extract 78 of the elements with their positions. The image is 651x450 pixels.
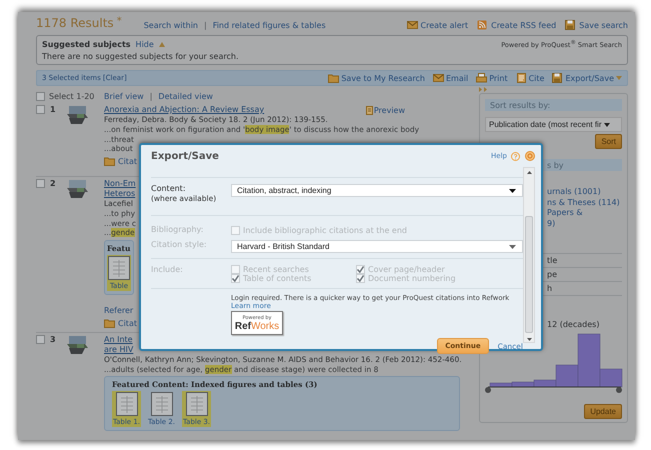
document-icon — [516, 73, 527, 83]
journal-stack-icon — [65, 105, 89, 125]
empty-message: There are no suggested subjects for your search. — [42, 52, 240, 62]
sort-dropdown[interactable]: Publication date (most recent fir — [485, 117, 622, 132]
date-range-label: 12 (decades) — [547, 320, 600, 330]
header-action-link[interactable]: Save search — [579, 20, 628, 30]
field-label: Content: — [151, 184, 187, 194]
link-separator: | — [204, 21, 207, 30]
field-label: Include: — [151, 265, 184, 275]
view-separator: | — [150, 92, 152, 100]
envelope-icon — [432, 73, 444, 83]
references-link[interactable]: Referer — [104, 304, 134, 316]
double-arrow-icon — [479, 87, 488, 92]
preview-link[interactable]: Preview — [374, 106, 405, 114]
results-mark: * — [116, 16, 122, 27]
checkbox-label: Include bibliographic citations at the end — [243, 226, 407, 234]
filter-link[interactable]: Papers & — [547, 208, 583, 218]
update-button[interactable]: Update — [584, 404, 622, 419]
caret-icon — [158, 42, 165, 48]
result-title-link[interactable]: An Inte — [104, 334, 133, 344]
caret-icon — [509, 188, 516, 192]
scroll-down-icon — [526, 338, 532, 341]
dialog-title: Export/Save — [151, 150, 219, 162]
checkbox-label: Recent searches — [243, 265, 309, 274]
view-link[interactable]: Brief view — [104, 92, 144, 100]
checkbox[interactable] — [36, 105, 45, 114]
filter-link[interactable]: 9) — [547, 218, 556, 229]
result-number: 2 — [50, 179, 57, 188]
folder-icon — [104, 156, 115, 166]
envelope-icon — [406, 20, 418, 30]
caret-icon — [509, 244, 516, 248]
header-action-link[interactable]: Create RSS feed — [491, 20, 556, 30]
header-link[interactable]: Search within — [144, 21, 198, 30]
checkbox[interactable] — [36, 334, 45, 344]
folder-icon — [328, 73, 340, 83]
checkbox[interactable] — [36, 92, 45, 100]
help-icon[interactable] — [511, 152, 520, 160]
checkbox[interactable] — [36, 179, 45, 188]
hide-link[interactable]: Hide — [136, 40, 154, 50]
toolbar-action[interactable]: Cite — [528, 74, 544, 82]
printer-icon — [476, 73, 488, 83]
result-number: 1 — [50, 105, 57, 114]
result-title-link[interactable]: Non-Em — [104, 179, 136, 189]
journal-stack-icon — [65, 179, 89, 199]
dropdown-field[interactable]: Citation, abstract, indexing — [231, 184, 523, 197]
checkbox-label: Cover page/header — [368, 265, 445, 274]
toolbar-action[interactable]: Export/Save — [565, 74, 614, 82]
select-all-label: Select 1-20 — [49, 92, 94, 100]
result-title-link[interactable]: Anorexia and Abjection: A Review Essay — [104, 105, 264, 115]
view-link[interactable]: Detailed view — [158, 92, 213, 100]
sort-button[interactable]: Sort — [595, 134, 622, 149]
toolbar-action[interactable]: Save to My Research — [341, 74, 425, 82]
toolbar-action[interactable]: Print — [489, 74, 508, 82]
citation-link[interactable]: Citat — [118, 156, 137, 166]
folder-icon — [104, 318, 115, 328]
result-title-link[interactable]: Heteros — [104, 189, 136, 199]
document-icon — [366, 106, 373, 114]
checkbox-label: Document numbering — [368, 274, 456, 283]
filter-link[interactable]: urnals (1001) — [547, 187, 601, 198]
panel-heading: Suggested subjects — [42, 40, 131, 50]
rss-icon — [477, 20, 488, 30]
citation-link[interactable]: Citat — [118, 318, 137, 328]
checkbox-label: Table of contents — [243, 274, 312, 283]
header-action-link[interactable]: Create alert — [420, 20, 468, 30]
field-label: Bibliography: — [151, 225, 204, 235]
results-count: 1178 Results — [36, 16, 114, 30]
caret-icon — [616, 76, 622, 80]
header-link[interactable]: Find related figures & tables — [212, 21, 326, 30]
journal-stack-icon — [65, 334, 89, 354]
sort-heading: Sort results by: — [485, 99, 622, 111]
close-icon[interactable] — [525, 151, 535, 161]
caret-icon — [604, 122, 610, 126]
scrollbar[interactable] — [523, 167, 535, 343]
result-title-link[interactable]: are HIV — [104, 344, 134, 354]
field-label: Citation style: — [151, 240, 208, 250]
filter-link[interactable]: ns & Theses (114) — [547, 198, 620, 208]
result-number: 3 — [50, 334, 57, 344]
toolbar-action[interactable]: Email — [446, 74, 468, 82]
